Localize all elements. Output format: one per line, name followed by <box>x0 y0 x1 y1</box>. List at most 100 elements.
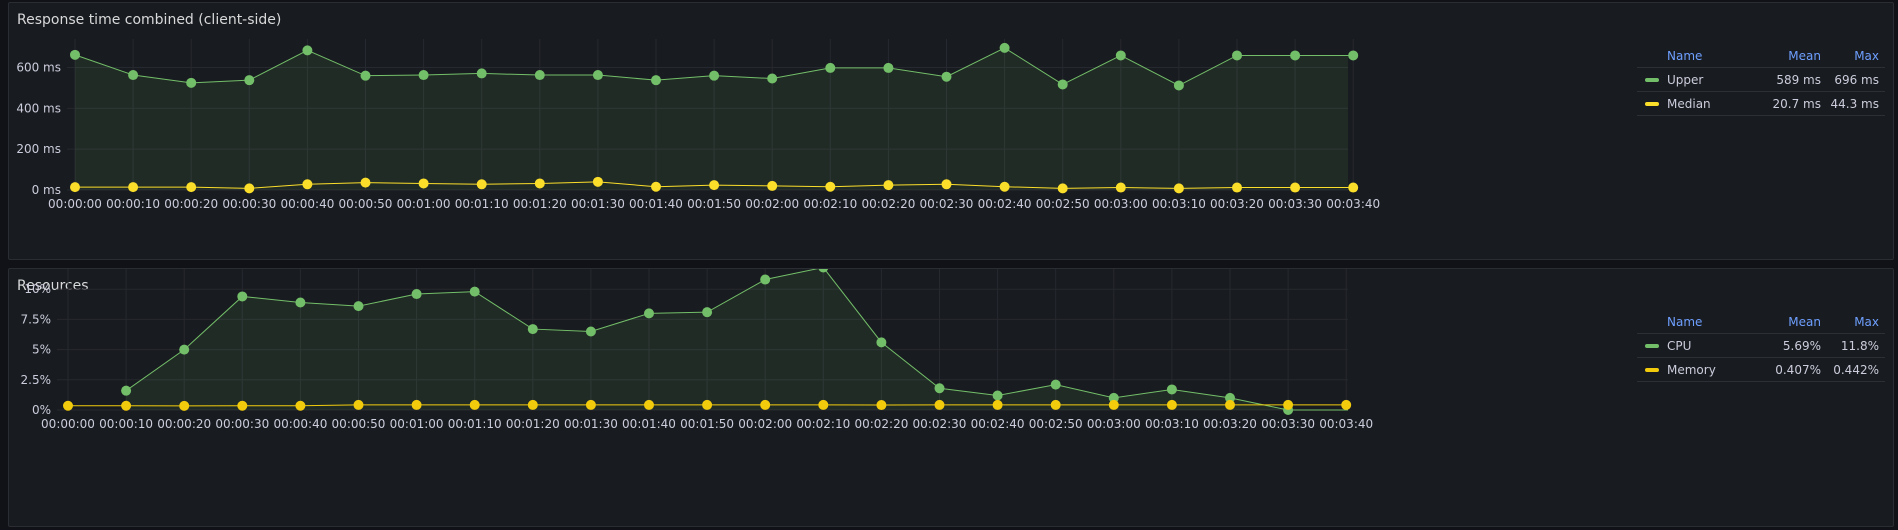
data-point-median <box>186 182 197 193</box>
data-point-memory <box>876 400 887 411</box>
data-point-cpu <box>237 291 248 302</box>
data-point-median <box>1173 183 1184 194</box>
data-point-memory <box>585 399 596 410</box>
x-tick-label: 00:02:20 <box>861 197 915 211</box>
data-point-memory <box>295 400 306 411</box>
x-tick-label: 00:02:50 <box>1029 417 1083 431</box>
y-tick-label: 5% <box>32 343 51 357</box>
series-color-swatch[interactable] <box>1645 343 1659 348</box>
y-tick-label: 2.5% <box>21 373 52 387</box>
data-point-memory <box>237 400 248 411</box>
x-tick-label: 00:00:50 <box>339 197 393 211</box>
x-tick-label: 00:01:00 <box>390 417 444 431</box>
data-point-median <box>825 181 836 192</box>
data-point-memory <box>121 400 132 411</box>
data-point-cpu <box>992 390 1003 401</box>
data-point-upper <box>1173 80 1184 91</box>
legend-row-cpu[interactable]: CPU 5.69% 11.8% <box>1637 334 1885 358</box>
data-point-median <box>360 177 371 188</box>
data-point-median <box>1290 182 1301 193</box>
data-point-upper <box>941 71 952 82</box>
legend-header-mean[interactable]: Mean <box>1741 315 1821 329</box>
x-tick-label: 00:01:40 <box>629 197 683 211</box>
data-point-upper <box>1290 50 1301 61</box>
data-point-median <box>767 180 778 191</box>
data-point-median <box>592 176 603 187</box>
data-point-median <box>70 182 80 193</box>
x-tick-label: 00:01:50 <box>680 417 734 431</box>
data-point-cpu <box>295 297 306 308</box>
x-tick-label: 00:03:00 <box>1087 417 1141 431</box>
x-tick-label: 00:02:10 <box>796 417 850 431</box>
x-tick-label: 00:00:30 <box>222 197 276 211</box>
legend-row-memory[interactable]: Memory 0.407% 0.442% <box>1637 358 1885 382</box>
legend-mean-value: 20.7 ms <box>1772 96 1821 111</box>
resources-panel: Resources 0%2.5%5%7.5%10%12.5%00:00:0000… <box>8 268 1894 527</box>
x-tick-label: 00:02:00 <box>745 197 799 211</box>
data-point-memory <box>934 399 945 410</box>
x-tick-label: 00:00:10 <box>106 197 160 211</box>
legend-mean-value: 589 ms <box>1776 72 1821 87</box>
legend-row-upper[interactable]: Upper 589 ms 696 ms <box>1637 68 1885 92</box>
data-point-memory <box>527 399 538 410</box>
legend-header-max[interactable]: Max <box>1821 49 1885 63</box>
data-point-cpu <box>934 383 945 394</box>
data-point-median <box>1057 183 1068 194</box>
y-tick-label: 200 ms <box>16 142 61 156</box>
data-point-cpu <box>411 289 422 300</box>
x-tick-label: 00:03:40 <box>1326 197 1380 211</box>
data-point-upper <box>70 49 80 60</box>
data-point-median <box>709 180 720 191</box>
x-tick-label: 00:00:40 <box>280 197 334 211</box>
data-point-upper <box>302 45 313 56</box>
legend-header-max[interactable]: Max <box>1821 315 1885 329</box>
series-color-swatch[interactable] <box>1645 77 1659 82</box>
x-tick-label: 00:03:00 <box>1094 197 1148 211</box>
data-point-median <box>1348 182 1359 193</box>
data-point-memory <box>179 400 190 411</box>
data-point-memory <box>353 399 364 410</box>
data-point-cpu <box>876 337 887 348</box>
resources-chart[interactable]: 0%2.5%5%7.5%10%12.5%00:00:0000:00:1000:0… <box>9 269 1649 528</box>
y-tick-label: 0% <box>32 403 51 417</box>
x-tick-label: 00:02:10 <box>803 197 857 211</box>
data-point-memory <box>702 399 713 410</box>
legend-header-name[interactable]: Name <box>1637 315 1741 329</box>
x-tick-label: 00:01:40 <box>622 417 676 431</box>
x-tick-label: 00:01:10 <box>455 197 509 211</box>
legend-row-median[interactable]: Median 20.7 ms 44.3 ms <box>1637 92 1885 116</box>
data-point-upper <box>592 70 603 81</box>
legend-mean-value: 0.407% <box>1775 362 1821 377</box>
data-point-median <box>418 178 429 189</box>
data-point-upper <box>1232 50 1242 61</box>
x-tick-label: 00:03:40 <box>1319 417 1373 431</box>
legend-header-name[interactable]: Name <box>1637 49 1741 63</box>
x-tick-label: 00:02:40 <box>978 197 1032 211</box>
data-point-median <box>1232 182 1242 193</box>
x-tick-label: 00:01:10 <box>448 417 502 431</box>
series-color-swatch[interactable] <box>1645 367 1659 372</box>
x-tick-label: 00:00:30 <box>215 417 269 431</box>
legend-header-mean[interactable]: Mean <box>1741 49 1821 63</box>
legend-mean-value: 5.69% <box>1782 338 1821 353</box>
x-tick-label: 00:00:50 <box>332 417 386 431</box>
resources-plot-group: 0%2.5%5%7.5%10%12.5%00:00:0000:00:1000:0… <box>21 269 1373 431</box>
x-tick-label: 00:02:30 <box>920 197 974 211</box>
series-color-swatch[interactable] <box>1645 101 1659 106</box>
data-point-memory <box>644 399 654 410</box>
data-point-cpu <box>644 308 654 319</box>
data-point-cpu <box>1166 384 1177 395</box>
x-tick-label: 00:03:30 <box>1268 197 1322 211</box>
x-tick-label: 00:02:30 <box>913 417 967 431</box>
response-time-chart[interactable]: 0 ms 200 ms 400 ms 600 ms 00:00:00 00:00:10 00… <box>9 3 1649 261</box>
data-point-cpu <box>1050 379 1061 390</box>
x-tick-label: 00:01:30 <box>564 417 618 431</box>
x-tick-label: 00:02:50 <box>1036 197 1090 211</box>
x-tick-label: 00:03:30 <box>1261 417 1315 431</box>
x-tick-label: 00:01:20 <box>513 197 567 211</box>
data-point-median <box>1115 182 1126 193</box>
legend-series-name: Upper <box>1667 72 1704 87</box>
data-point-median <box>999 181 1010 192</box>
data-point-cpu <box>121 385 132 396</box>
data-point-cpu <box>760 274 771 285</box>
